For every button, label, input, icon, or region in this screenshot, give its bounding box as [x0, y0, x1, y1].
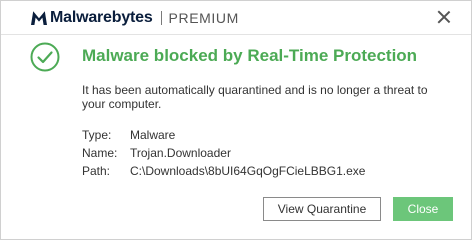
detail-label: Type:: [82, 128, 112, 142]
detail-label: Path:: [82, 164, 111, 178]
brand-separator: [160, 11, 162, 25]
notification-window: Malwarebytes PREMIUM Malware blocked by …: [0, 0, 472, 240]
detail-row-path: Path: C:\Downloads\8bUI64GqOgFCieLBBG1.e…: [82, 162, 365, 180]
view-quarantine-button[interactable]: View Quarantine: [263, 197, 381, 221]
brand-name: Malwarebytes: [50, 9, 153, 26]
detail-value-type: Malware: [130, 128, 176, 142]
threat-details: Type: Malware Name: Trojan.Downloader Pa…: [82, 126, 365, 180]
notification-headline: Malware blocked by Real-Time Protection: [82, 46, 418, 65]
detail-label: Name:: [82, 146, 118, 160]
detail-value-path: C:\Downloads\8bUI64GqOgFCieLBBG1.exe: [130, 164, 366, 178]
brand: Malwarebytes PREMIUM: [29, 7, 239, 29]
close-button[interactable]: Close: [393, 197, 453, 221]
detail-row-type: Type: Malware: [82, 126, 365, 144]
title-bar: Malwarebytes PREMIUM: [1, 1, 471, 34]
detail-value-name: Trojan.Downloader: [130, 146, 231, 160]
edition-label: PREMIUM: [168, 10, 239, 26]
notification-description: It has been automatically quarantined an…: [82, 83, 428, 111]
detail-row-name: Name: Trojan.Downloader: [82, 144, 365, 162]
check-circle-icon: [30, 42, 60, 72]
title-divider: [1, 34, 471, 35]
close-icon[interactable]: [437, 10, 451, 24]
malwarebytes-logo-icon: [31, 11, 47, 25]
